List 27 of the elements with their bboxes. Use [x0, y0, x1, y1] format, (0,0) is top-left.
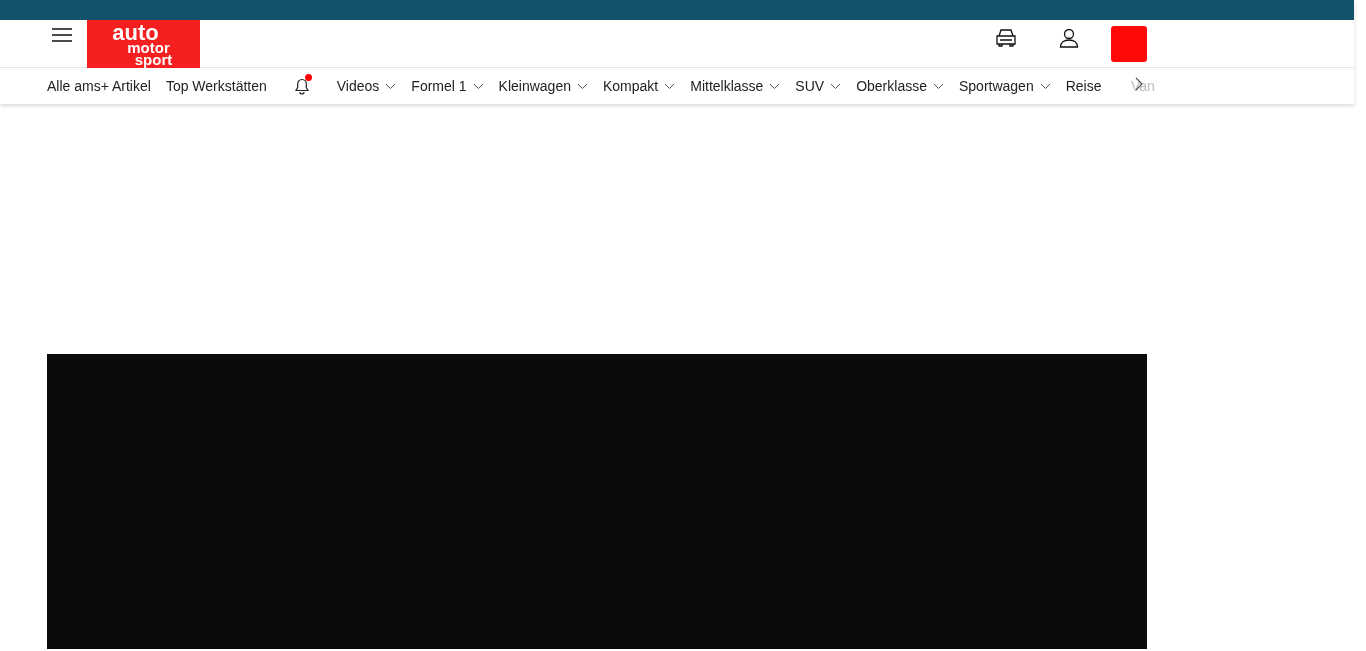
user-icon — [1059, 28, 1079, 48]
chevron-down-icon — [932, 82, 944, 90]
nav-menu-button[interactable]: Videos — [336, 75, 397, 97]
chevron-down-icon — [769, 82, 781, 90]
chevron-down-icon — [385, 82, 397, 90]
menu-button[interactable] — [50, 27, 74, 43]
nav-menu-button[interactable]: Mittelklasse — [690, 75, 781, 97]
car-icon — [995, 28, 1017, 48]
car-button[interactable] — [995, 28, 1017, 48]
nav-link[interactable]: Top Werkstätten — [165, 75, 267, 97]
nav-menu-button[interactable]: Sportwagen — [958, 75, 1051, 97]
nav-menu-button[interactable]: Kleinwagen — [498, 75, 588, 97]
nav-link[interactable]: Reise — [1065, 75, 1102, 97]
bell-icon — [293, 77, 310, 95]
chevron-down-icon — [664, 82, 676, 90]
chevron-down-icon — [576, 82, 588, 90]
logo[interactable]: auto motor sport — [87, 20, 200, 68]
nav-menu-button[interactable]: Oberklasse — [856, 75, 944, 97]
nav-menu-button[interactable]: Kompakt — [602, 75, 676, 97]
nav-menu-button[interactable]: SUV — [795, 75, 842, 97]
chevron-down-icon — [472, 82, 484, 90]
nav-menu-button[interactable]: Formel 1 — [411, 75, 484, 97]
nav-link[interactable]: Alle ams+ Artikel — [47, 75, 151, 97]
menu-icon — [51, 28, 73, 42]
chevron-down-icon — [830, 82, 842, 90]
account-button[interactable] — [1059, 28, 1079, 48]
chevron-down-icon — [1039, 82, 1051, 90]
